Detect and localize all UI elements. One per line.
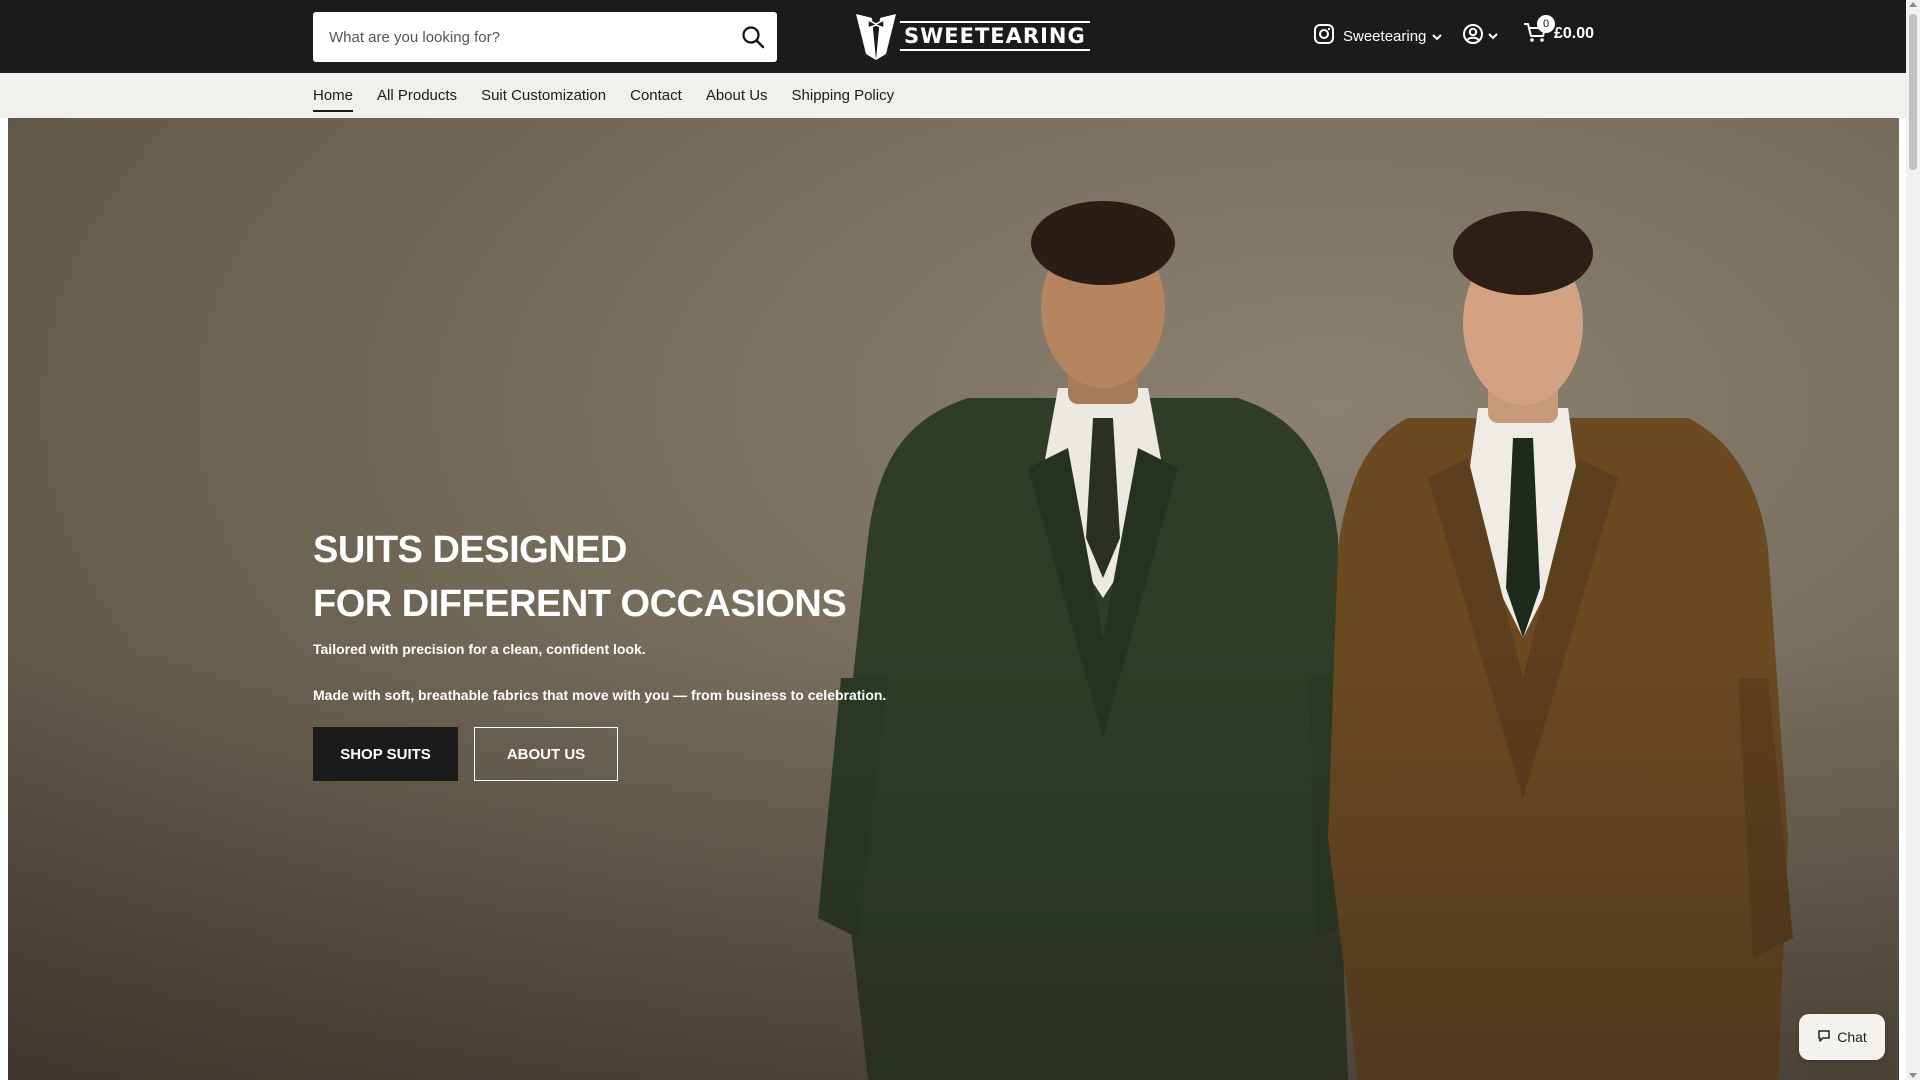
logo-wordmark: SWEETEARING — [900, 21, 1090, 51]
nav-item-suit-customization[interactable]: Suit Customization — [481, 83, 606, 108]
site-logo[interactable]: SWEETEARING — [852, 10, 1090, 62]
main-navigation: Home All Products Suit Customization Con… — [0, 73, 1906, 118]
hero-overlay — [8, 118, 1899, 1080]
account-menu[interactable] — [1462, 23, 1498, 50]
instagram-icon — [1313, 23, 1335, 49]
cart-button[interactable]: 0 £0.00 — [1522, 15, 1595, 50]
search-icon[interactable] — [739, 23, 767, 51]
chevron-down-icon — [1432, 28, 1443, 45]
shop-suits-button[interactable]: SHOP SUITS — [313, 727, 458, 781]
scroll-down-arrow-icon[interactable] — [1909, 1073, 1917, 1078]
page-scrollbar[interactable] — [1906, 0, 1920, 1080]
hero-title: SUITS DESIGNED FOR DIFFERENT OCCASIONS — [313, 523, 953, 631]
tuxedo-logo-icon — [856, 14, 896, 60]
user-circle-icon — [1462, 23, 1484, 50]
hero-content: SUITS DESIGNED FOR DIFFERENT OCCASIONS T… — [313, 523, 953, 781]
nav-item-shipping-policy[interactable]: Shipping Policy — [792, 83, 895, 108]
scrollbar-thumb[interactable] — [1909, 14, 1917, 170]
hero-description: Made with soft, breathable fabrics that … — [313, 687, 887, 703]
nav-item-contact[interactable]: Contact — [630, 83, 682, 108]
hero-title-line-1: SUITS DESIGNED — [313, 529, 627, 571]
chat-button[interactable]: Chat — [1799, 1014, 1885, 1060]
chevron-down-icon — [1488, 27, 1498, 45]
hero-subtitle: Tailored with precision for a clean, con… — [313, 641, 646, 657]
cart-count-badge: 0 — [1537, 15, 1555, 33]
search-input[interactable] — [329, 12, 719, 62]
instagram-label: Sweetearing — [1343, 27, 1427, 45]
about-us-button[interactable]: ABOUT US — [474, 727, 618, 781]
instagram-link[interactable]: Sweetearing — [1313, 23, 1443, 49]
chat-bubble-icon — [1817, 1029, 1831, 1046]
hero-title-line-2: FOR DIFFERENT OCCASIONS — [313, 583, 847, 625]
nav-links: Home All Products Suit Customization Con… — [313, 73, 918, 118]
hero-actions: SHOP SUITS ABOUT US — [313, 727, 953, 781]
nav-item-about-us[interactable]: About Us — [706, 83, 768, 108]
scroll-up-arrow-icon[interactable] — [1909, 2, 1917, 7]
top-header: SWEETEARING Sweetearing 0 £0.00 — [0, 0, 1906, 73]
search-box — [313, 12, 777, 62]
chat-label: Chat — [1837, 1029, 1867, 1045]
nav-item-home[interactable]: Home — [313, 83, 354, 112]
hero-banner: SUITS DESIGNED FOR DIFFERENT OCCASIONS T… — [8, 118, 1899, 1080]
nav-item-all-products[interactable]: All Products — [377, 83, 457, 108]
cart-total: £0.00 — [1554, 25, 1595, 42]
